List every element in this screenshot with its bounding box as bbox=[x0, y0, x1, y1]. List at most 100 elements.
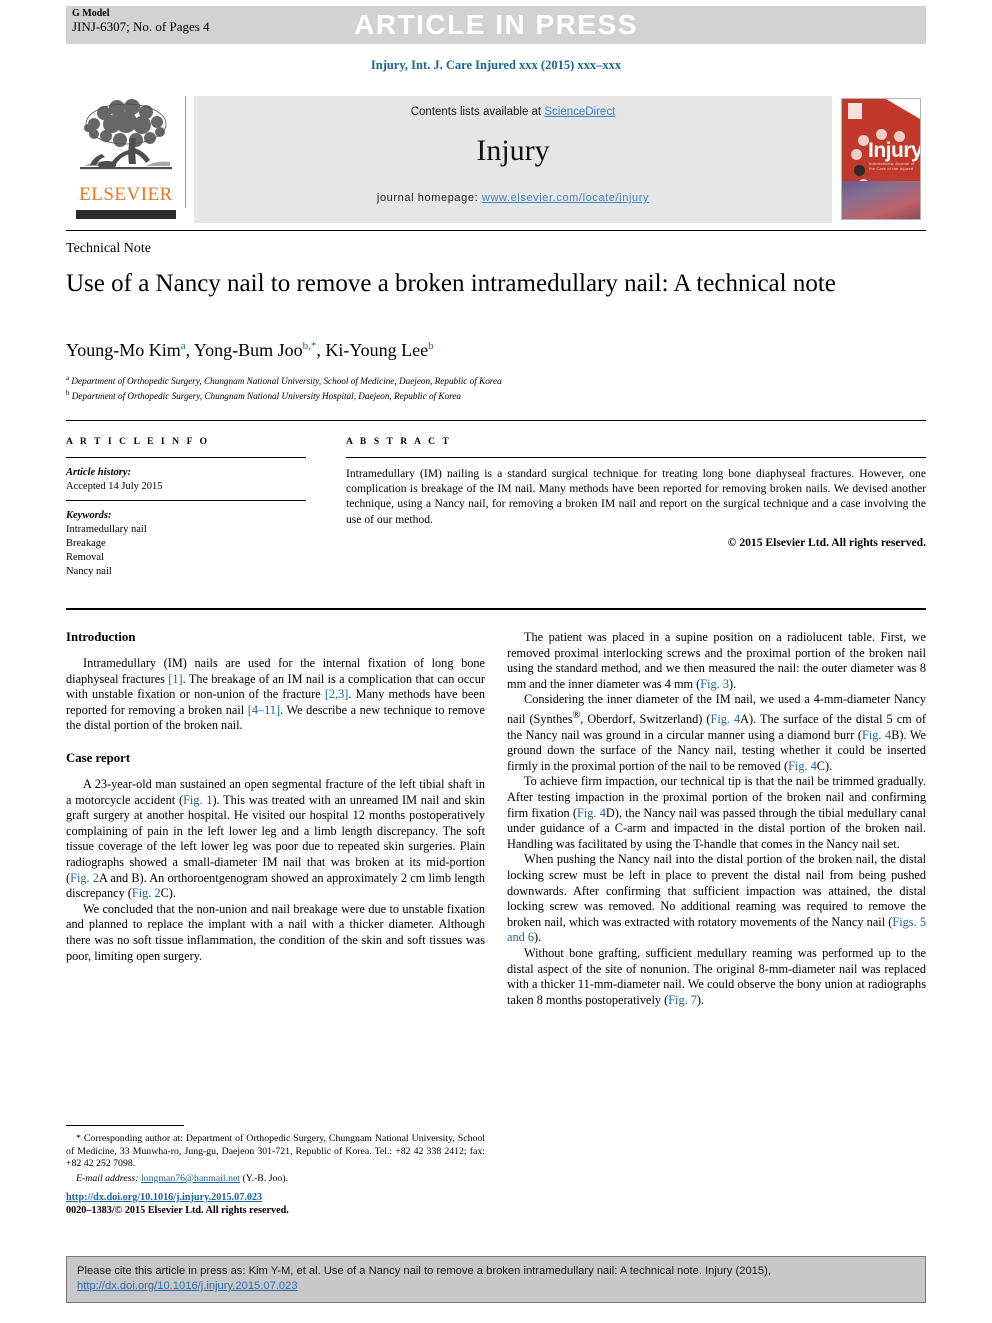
tech4-text-b: ). bbox=[533, 930, 542, 945]
affiliation-a: a Department of Orthopedic Surgery, Chun… bbox=[66, 374, 502, 387]
elsevier-bar bbox=[76, 210, 176, 219]
article-history-value: Accepted 14 July 2015 bbox=[66, 481, 163, 492]
figure-link-7[interactable]: Fig. 7 bbox=[668, 993, 697, 1007]
contents-prefix: Contents lists available at bbox=[410, 106, 545, 118]
abstract-heading: A B S T R A C T bbox=[346, 437, 452, 447]
journal-title: Injury bbox=[476, 134, 550, 167]
cover-dot-icon bbox=[854, 165, 865, 176]
tech2-text-e: C). bbox=[816, 758, 833, 773]
doi-link[interactable]: http://dx.doi.org/10.1016/j.injury.2015.… bbox=[66, 1192, 262, 1203]
journal-citation-line: Injury, Int. J. Care Injured xxx (2015) … bbox=[370, 58, 622, 72]
masthead-bottom-rule bbox=[66, 230, 926, 231]
paragraph-technique-1: The patient was placed in a supine posit… bbox=[507, 630, 926, 692]
article-history-label: Article history: bbox=[66, 467, 132, 478]
cite-doi-link[interactable]: http://dx.doi.org/10.1016/j.injury.2015.… bbox=[77, 1280, 298, 1292]
elsevier-wordmark: ELSEVIER bbox=[79, 184, 173, 205]
cite-text-prefix: Please cite this article in press as: Ki… bbox=[77, 1265, 771, 1277]
abstract-text: Intramedullary (IM) nailing is a standar… bbox=[346, 467, 926, 526]
reference-link-3[interactable]: [4–11] bbox=[248, 703, 280, 717]
email-link[interactable]: longman76@hanmail.net bbox=[141, 1173, 240, 1184]
article-info-rule bbox=[66, 457, 306, 458]
page-title: Use of a Nancy nail to remove a broken i… bbox=[66, 270, 836, 297]
figure-link-4d[interactable]: Fig. 4 bbox=[577, 806, 606, 820]
keywords-group: Keywords: Intramedullary nail Breakage R… bbox=[66, 509, 306, 579]
figure-link-4a[interactable]: Fig. 4 bbox=[710, 712, 740, 726]
affiliation-b: b Department of Orthopedic Surgery, Chun… bbox=[66, 389, 462, 402]
abstract-column: A B S T R A C T Intramedullary (IM) nail… bbox=[346, 437, 926, 549]
figure-link-1[interactable]: Fig. 1 bbox=[183, 793, 212, 807]
body-top-rule bbox=[66, 608, 926, 610]
paragraph-introduction: Intramedullary (IM) nails are used for t… bbox=[66, 656, 485, 734]
tech5-text-a: Without bone grafting, sufficient medull… bbox=[507, 945, 926, 1007]
figure-link-2c[interactable]: Fig. 2 bbox=[132, 886, 161, 900]
email-line: E-mail address: longman76@hanmail.net (Y… bbox=[66, 1173, 485, 1186]
cover-journal-subtitle: International Journal of the Care of the… bbox=[869, 161, 915, 171]
article-page: ARTICLE IN PRESS G Model JINJ-6307; No. … bbox=[0, 0, 992, 1323]
footnote-rule bbox=[66, 1125, 184, 1126]
figure-link-3[interactable]: Fig. 3 bbox=[700, 677, 729, 691]
case-text-d: C). bbox=[160, 886, 176, 901]
info-section-top-rule bbox=[66, 420, 926, 421]
paragraph-case-1: A 23-year-old man sustained an open segm… bbox=[66, 777, 485, 902]
keyword-item: Nancy nail bbox=[66, 566, 112, 577]
corresponding-author-text: * Corresponding author at: Department of… bbox=[66, 1133, 485, 1170]
issn-copyright-line: 0020–1383/© 2015 Elsevier Ltd. All right… bbox=[66, 1205, 289, 1216]
journal-cover-image: Injury International Journal of the Care… bbox=[841, 98, 921, 220]
paragraph-case-2: We concluded that the non-union and nail… bbox=[66, 901, 485, 963]
cover-dot-icon bbox=[851, 149, 862, 160]
cite-article-text: Please cite this article in press as: Ki… bbox=[77, 1264, 917, 1294]
elsevier-logo: ELSEVIER bbox=[66, 96, 186, 223]
heading-introduction: Introduction bbox=[66, 630, 136, 644]
doi-block: http://dx.doi.org/10.1016/j.injury.2015.… bbox=[66, 1191, 485, 1217]
article-history-group: Article history: Accepted 14 July 2015 bbox=[66, 466, 306, 494]
figure-link-4b[interactable]: Fig. 4 bbox=[862, 728, 891, 742]
article-info-separator bbox=[66, 500, 306, 501]
contents-lists-line: Contents lists available at ScienceDirec… bbox=[194, 106, 832, 118]
journal-homepage-link[interactable]: www.elsevier.com/locate/injury bbox=[482, 192, 649, 204]
sciencedirect-link[interactable]: ScienceDirect bbox=[544, 106, 615, 118]
g-model-block: G Model JINJ-6307; No. of Pages 4 bbox=[72, 7, 210, 33]
article-type-label: Technical Note bbox=[66, 241, 151, 256]
heading-case-report: Case report bbox=[66, 750, 131, 765]
email-label: E-mail address: bbox=[76, 1172, 139, 1184]
article-info-heading: A R T I C L E I N F O bbox=[66, 437, 210, 447]
keyword-item: Breakage bbox=[66, 538, 106, 549]
keywords-label: Keywords: bbox=[66, 510, 112, 521]
affiliation-list: a Department of Orthopedic Surgery, Chun… bbox=[66, 372, 866, 402]
author-list: Young-Mo Kima, Yong-Bum Joob,*, Ki-Young… bbox=[66, 340, 434, 360]
abstract-rule bbox=[346, 457, 926, 458]
affiliation-b-text: Department of Orthopedic Surgery, Chungn… bbox=[71, 391, 462, 402]
cover-badge-icon bbox=[848, 103, 862, 119]
masthead-center-panel: Contents lists available at ScienceDirec… bbox=[194, 96, 832, 223]
body-column-right: The patient was placed in a supine posit… bbox=[507, 630, 926, 1008]
paragraph-technique-5: Without bone grafting, sufficient medull… bbox=[507, 946, 926, 1008]
keyword-item: Removal bbox=[66, 552, 104, 563]
reference-link-2[interactable]: [2,3] bbox=[325, 687, 349, 701]
tech1-text-b: ). bbox=[728, 676, 737, 691]
affiliation-a-text: Department of Orthopedic Surgery, Chungn… bbox=[71, 376, 502, 387]
cover-photo-strip bbox=[842, 181, 920, 219]
email-owner: (Y.-B. Joo). bbox=[242, 1172, 289, 1184]
case-text-c: A and B). An orthoroentgenogram showed a… bbox=[66, 870, 485, 901]
cite-article-box: Please cite this article in press as: Ki… bbox=[66, 1256, 926, 1303]
cover-journal-title: Injury bbox=[868, 139, 921, 162]
elsevier-tree-icon bbox=[80, 99, 172, 170]
journal-homepage-line: journal homepage: www.elsevier.com/locat… bbox=[194, 192, 832, 204]
cover-corner-fold bbox=[886, 99, 920, 119]
copyright-line: © 2015 Elsevier Ltd. All rights reserved… bbox=[727, 535, 926, 549]
tech2-text-b: , Oberdorf, Switzerland) ( bbox=[580, 712, 711, 727]
body-column-left: Introduction Intramedullary (IM) nails a… bbox=[66, 630, 485, 964]
article-info-column: A R T I C L E I N F O Article history: A… bbox=[66, 437, 306, 579]
figure-link-2ab[interactable]: Fig. 2 bbox=[70, 871, 99, 885]
corresponding-author-footnote: * Corresponding author at: Department of… bbox=[66, 1125, 485, 1185]
paragraph-technique-2: Considering the inner diameter of the IM… bbox=[507, 692, 926, 774]
figure-link-4c[interactable]: Fig. 4 bbox=[788, 759, 817, 773]
keyword-item: Intramedullary nail bbox=[66, 524, 147, 535]
article-id-label: JINJ-6307; No. of Pages 4 bbox=[72, 19, 210, 34]
reference-link-1[interactable]: [1] bbox=[168, 672, 182, 686]
tech4-text-a: When pushing the Nancy nail into the dis… bbox=[507, 852, 926, 929]
paragraph-technique-4: When pushing the Nancy nail into the dis… bbox=[507, 852, 926, 946]
homepage-prefix: journal homepage: bbox=[376, 192, 482, 204]
paragraph-technique-3: To achieve firm impaction, our technical… bbox=[507, 774, 926, 852]
journal-cover-thumbnail: Injury International Journal of the Care… bbox=[834, 96, 926, 223]
